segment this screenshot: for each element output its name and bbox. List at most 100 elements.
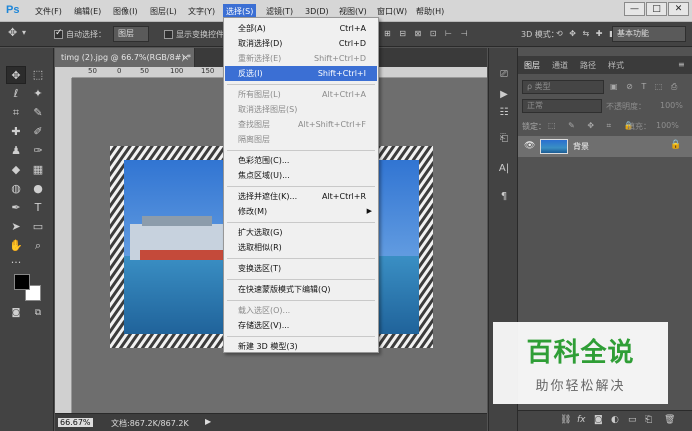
tab-layers[interactable]: 图层 <box>524 60 540 71</box>
type-tool-icon[interactable]: T <box>28 199 48 217</box>
brush-presets-icon[interactable]: ⎗ <box>495 130 513 148</box>
layer-row-background[interactable]: 👁 背景 🔒 <box>518 136 692 157</box>
menu-window[interactable]: 窗口(W) <box>374 4 410 19</box>
zoom-tool-icon[interactable]: ⌕ <box>28 237 48 255</box>
menu-item-grow[interactable]: 扩大选取(G) <box>225 225 377 240</box>
menu-item-load-selection[interactable]: 载入选区(O)... <box>225 303 377 318</box>
zoom-level[interactable]: 66.67% <box>58 418 93 427</box>
layers-bottom-bar: ⛓ fx ◙ ◐ ▭ ⎗ 🗑 <box>518 410 692 431</box>
document-tab-title: timg (2).jpg @ 66.7%(RGB/8#) * <box>61 53 192 62</box>
menu-file[interactable]: 文件(F) <box>32 4 65 19</box>
menu-item-save-selection[interactable]: 存储选区(V)... <box>225 318 377 333</box>
layer-name: 背景 <box>573 142 589 151</box>
align-icons[interactable]: ⊞ ⊟ ⊠ ⊡ ⊢ ⊣ <box>384 29 470 38</box>
foreground-color-swatch[interactable] <box>14 274 30 290</box>
menu-edit[interactable]: 编辑(E) <box>71 4 104 19</box>
menu-image[interactable]: 图像(I) <box>110 4 141 19</box>
menu-item-transform-selection[interactable]: 变换选区(T) <box>225 261 377 276</box>
panel-menu-icon[interactable]: ≡ <box>678 60 685 69</box>
menu-type[interactable]: 文字(Y) <box>185 4 218 19</box>
workspace-dropdown[interactable]: 基本功能 <box>612 26 686 42</box>
adjustment-icon[interactable]: ◐ <box>611 415 619 425</box>
opacity-label: 不透明度： <box>606 102 646 111</box>
menu-item-all-layers[interactable]: 所有图层(L) Alt+Ctrl+A <box>225 87 377 102</box>
document-tab[interactable]: timg (2).jpg @ 66.7%(RGB/8#) * × <box>55 48 195 67</box>
menu-item-reselect[interactable]: 重新选择(E) Shift+Ctrl+D <box>225 51 377 66</box>
submenu-arrow-icon: ▶ <box>366 207 372 215</box>
move-tool-icon[interactable]: ✥ <box>6 66 26 84</box>
menu-item-modify[interactable]: 修改(M) ▶ <box>225 204 377 219</box>
character-icon[interactable]: A| <box>495 160 513 178</box>
link-icon[interactable]: ⛓ <box>560 415 571 425</box>
status-bar: 66.67% 文档:867.2K/867.2K ▶ <box>55 413 487 431</box>
close-tab-icon[interactable]: × <box>182 48 189 67</box>
hand-tool-icon[interactable]: ✋ <box>6 237 26 255</box>
blur-tool-icon[interactable]: ◍ <box>6 180 26 198</box>
menu-item-deselect[interactable]: 取消选择(D) Ctrl+D <box>225 36 377 51</box>
screen-mode-icon[interactable]: ⧉ <box>28 304 48 322</box>
show-transform-checkbox[interactable] <box>164 30 173 39</box>
clone-stamp-tool-icon[interactable]: ♟ <box>6 142 26 160</box>
tab-channels[interactable]: 通道 <box>552 60 568 71</box>
eye-icon[interactable]: 👁 <box>524 141 535 151</box>
brush-tool-icon[interactable]: ✐ <box>28 123 48 141</box>
menu-item-select-and-mask[interactable]: 选择并遮住(K)... Alt+Ctrl+R <box>225 189 377 204</box>
crop-tool-icon[interactable]: ⌗ <box>6 104 26 122</box>
mask-icon[interactable]: ◙ <box>594 415 603 425</box>
auto-select-target-dropdown[interactable]: 图层 <box>113 26 149 42</box>
gradient-tool-icon[interactable]: ▦ <box>28 161 48 179</box>
eyedropper-tool-icon[interactable]: ✎ <box>28 104 48 122</box>
group-icon[interactable]: ▭ <box>628 415 637 425</box>
properties-icon[interactable]: ☷ <box>495 104 513 122</box>
fill-value[interactable]: 100% <box>656 121 679 130</box>
menu-item-deselect-layers[interactable]: 取消选择图层(S) <box>225 102 377 117</box>
menu-layer[interactable]: 图层(L) <box>147 4 180 19</box>
minimize-button[interactable]: — <box>624 2 645 16</box>
menu-item-inverse[interactable]: 反选(I) Shift+Ctrl+I <box>225 66 377 81</box>
fx-icon[interactable]: fx <box>577 415 586 425</box>
layer-filter-dropdown[interactable]: ρ 类型 <box>522 80 604 94</box>
menu-item-focus-area[interactable]: 焦点区域(U)... <box>225 168 377 183</box>
photoshop-logo: Ps <box>6 4 20 16</box>
pen-tool-icon[interactable]: ✒ <box>6 199 26 217</box>
path-selection-tool-icon[interactable]: ➤ <box>6 218 26 236</box>
layer-filter-icons[interactable]: ▣ ⊘ T ⬚ ⎙ <box>610 82 680 92</box>
actions-play-icon[interactable]: ▶ <box>495 86 513 104</box>
quick-mask-icon[interactable]: ◙ <box>6 304 26 322</box>
menu-item-quick-mask[interactable]: 在快速蒙版模式下编辑(Q) <box>225 282 377 297</box>
rectangle-tool-icon[interactable]: ▭ <box>28 218 48 236</box>
tab-styles[interactable]: 样式 <box>608 60 624 71</box>
menu-item-find-layers[interactable]: 查找图层 Alt+Shift+Ctrl+F <box>225 117 377 132</box>
marquee-tool-icon[interactable]: ⬚ <box>28 66 48 84</box>
tab-paths[interactable]: 路径 <box>580 60 596 71</box>
eraser-tool-icon[interactable]: ◆ <box>6 161 26 179</box>
lasso-tool-icon[interactable]: ℓ <box>6 85 26 103</box>
paragraph-icon[interactable]: ¶ <box>495 188 513 206</box>
trash-icon[interactable]: 🗑 <box>664 415 675 425</box>
3d-mode-icons[interactable]: ⟲ ✥ ⇆ ✚ ◧ <box>556 29 619 38</box>
magic-wand-tool-icon[interactable]: ✦ <box>28 85 48 103</box>
lock-icons[interactable]: ⬚ ✎ ✥ ⌗ 🔒 <box>548 121 639 131</box>
dodge-tool-icon[interactable]: ● <box>28 180 48 198</box>
menu-item-similar[interactable]: 选取相似(R) <box>225 240 377 255</box>
history-icon[interactable]: ⎚ <box>495 66 513 84</box>
chevron-down-icon[interactable]: ▾ <box>22 28 26 37</box>
ruler-tick: 50 <box>88 67 97 75</box>
healing-brush-tool-icon[interactable]: ✚ <box>6 123 26 141</box>
blend-mode-dropdown[interactable]: 正常 <box>522 99 602 113</box>
move-tool-icon[interactable]: ✥ <box>8 26 17 39</box>
maximize-button[interactable]: □ <box>646 2 667 16</box>
opacity-value[interactable]: 100% <box>660 101 683 110</box>
history-brush-tool-icon[interactable]: ✑ <box>28 142 48 160</box>
menu-separator <box>227 258 375 259</box>
menu-item-select-all[interactable]: 全部(A) Ctrl+A <box>225 21 377 36</box>
auto-select-checkbox[interactable] <box>54 28 63 39</box>
menu-help[interactable]: 帮助(H) <box>413 4 447 19</box>
new-layer-icon[interactable]: ⎗ <box>645 415 652 425</box>
menu-item-color-range[interactable]: 色彩范围(C)... <box>225 153 377 168</box>
menu-item-new-3d-model[interactable]: 新建 3D 模型(3) <box>225 339 377 354</box>
status-arrow-icon[interactable]: ▶ <box>205 417 211 426</box>
close-button[interactable]: ✕ <box>668 2 689 16</box>
more-tools-icon[interactable]: ··· <box>6 254 26 272</box>
menu-item-isolate-layers[interactable]: 隔离图层 <box>225 132 377 147</box>
